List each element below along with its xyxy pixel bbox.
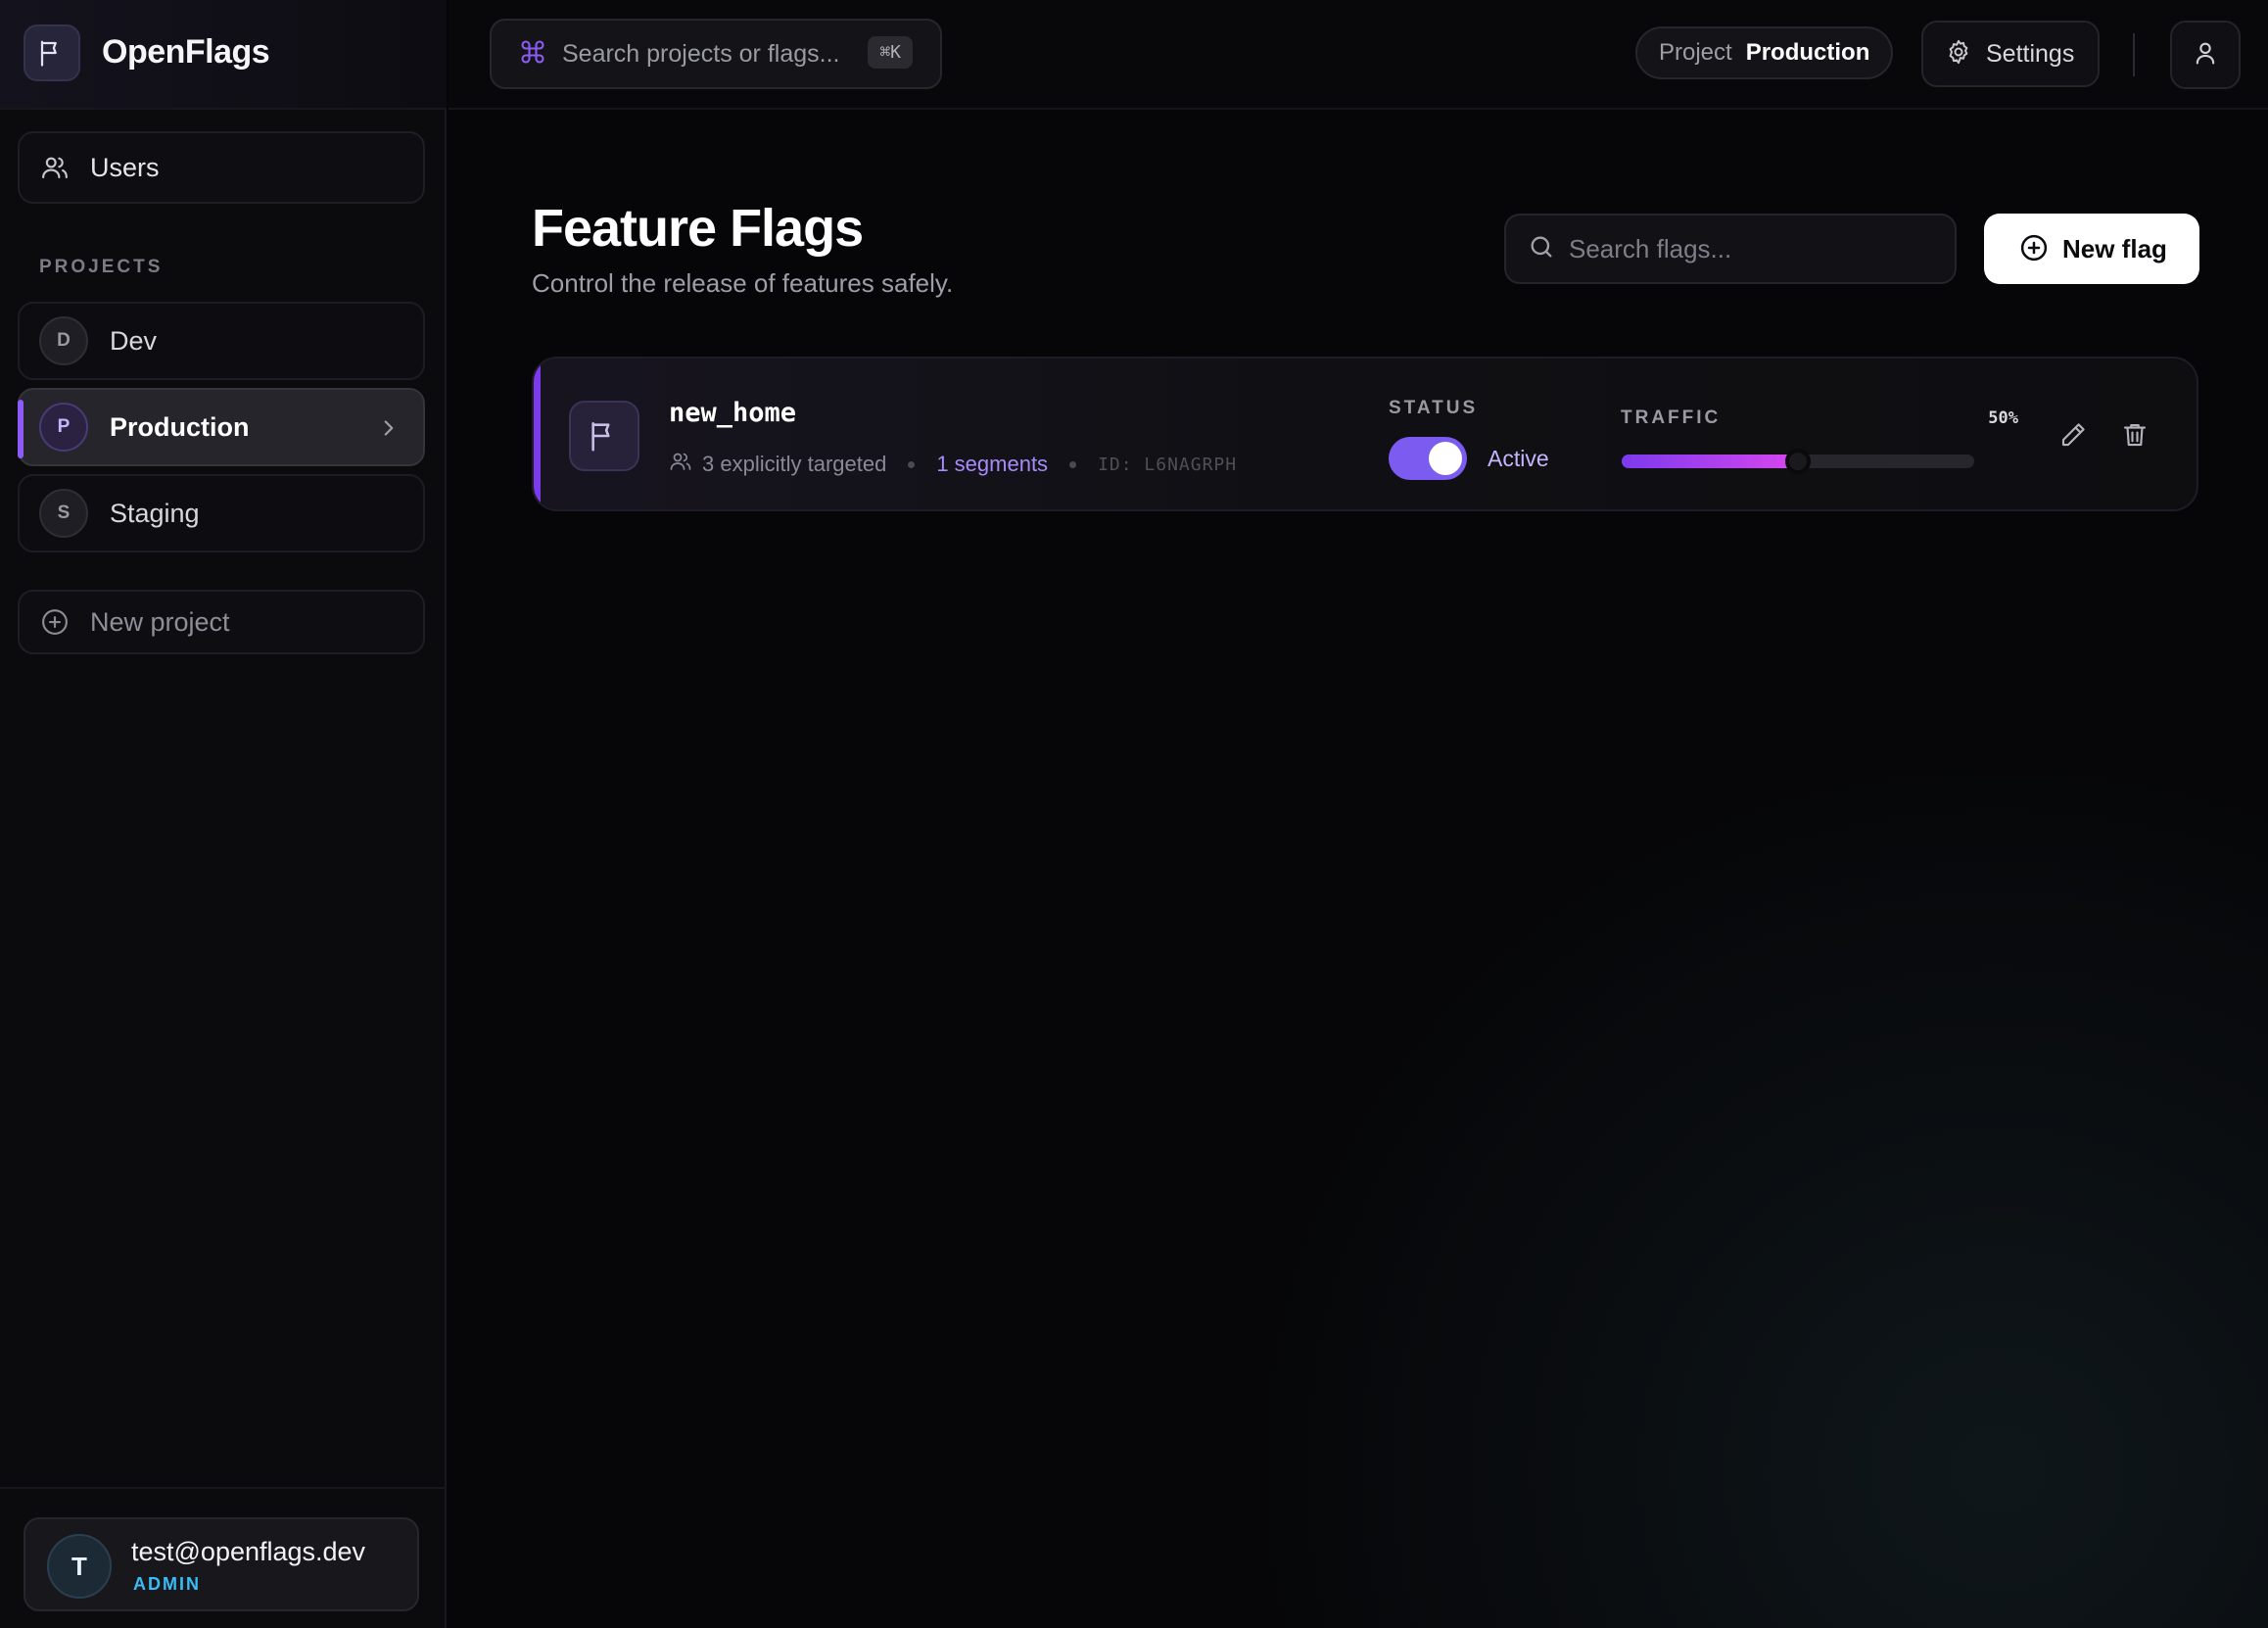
status-heading: STATUS bbox=[1389, 398, 1479, 418]
user-icon bbox=[2192, 39, 2219, 72]
project-item-dev[interactable]: D Dev bbox=[18, 302, 425, 380]
project-avatar: P bbox=[39, 403, 88, 452]
background-glow bbox=[1175, 686, 2268, 1628]
project-avatar: D bbox=[39, 316, 88, 365]
project-name: Staging bbox=[110, 498, 200, 528]
new-flag-label: New flag bbox=[2062, 233, 2167, 263]
gear-icon bbox=[1945, 38, 1972, 71]
users-icon bbox=[39, 152, 71, 183]
edit-button[interactable] bbox=[2054, 417, 2093, 456]
users-icon bbox=[669, 450, 692, 479]
project-pill-value: Production bbox=[1745, 39, 1870, 66]
page-title: Feature Flags bbox=[532, 199, 864, 258]
trash-icon bbox=[2120, 420, 2150, 455]
plus-circle-icon bbox=[2019, 233, 2049, 265]
topbar: Search projects or flags... ⌘K Project P… bbox=[449, 0, 2268, 110]
divider bbox=[0, 1487, 447, 1489]
project-name: Dev bbox=[110, 325, 158, 356]
traffic-fill bbox=[1622, 455, 1798, 468]
chevron-right-icon bbox=[376, 415, 402, 446]
sidebar: OpenFlags Users PROJECTS D Dev P Product… bbox=[0, 0, 447, 1628]
new-project-button[interactable]: New project bbox=[18, 590, 425, 654]
flag-search-box[interactable] bbox=[1504, 214, 1957, 284]
project-avatar: S bbox=[39, 489, 88, 538]
account-button[interactable] bbox=[2170, 21, 2241, 89]
user-card[interactable]: T test@openflags.dev ADMIN bbox=[24, 1517, 419, 1611]
plus-circle-icon bbox=[39, 606, 71, 638]
project-item-production[interactable]: P Production bbox=[18, 388, 425, 466]
app-name: OpenFlags bbox=[102, 33, 270, 71]
user-email: test@openflags.dev bbox=[131, 1537, 366, 1566]
flag-icon bbox=[569, 401, 639, 471]
command-search-placeholder: Search projects or flags... bbox=[562, 39, 840, 68]
separator-dot bbox=[1069, 460, 1077, 468]
sidebar-item-users[interactable]: Users bbox=[18, 131, 425, 204]
command-icon bbox=[519, 38, 546, 71]
project-item-staging[interactable]: S Staging bbox=[18, 474, 425, 552]
new-flag-button[interactable]: New flag bbox=[1984, 214, 2199, 284]
traffic-heading: TRAFFIC bbox=[1621, 407, 1722, 428]
pencil-icon bbox=[2058, 420, 2088, 455]
traffic-slider-handle[interactable] bbox=[1785, 449, 1811, 474]
current-project-pill[interactable]: Project Production bbox=[1635, 26, 1894, 79]
targeted-count: 3 explicitly targeted bbox=[702, 452, 887, 476]
sidebar-item-label: Users bbox=[90, 152, 160, 182]
shortcut-badge: ⌘K bbox=[868, 36, 913, 69]
toggle-knob bbox=[1429, 442, 1462, 475]
traffic-percent: 50% bbox=[1988, 408, 2018, 428]
search-icon bbox=[1528, 233, 1555, 265]
flag-card[interactable]: new_home 3 explicitly targeted 1 segment… bbox=[532, 357, 2198, 511]
flag-key[interactable]: new_home bbox=[669, 398, 796, 428]
brand-header: OpenFlags bbox=[0, 0, 447, 110]
new-project-label: New project bbox=[90, 606, 230, 637]
separator-dot bbox=[908, 460, 916, 468]
user-role: ADMIN bbox=[133, 1574, 201, 1594]
project-name: Production bbox=[110, 411, 250, 442]
projects-heading: PROJECTS bbox=[39, 257, 164, 277]
flag-card-accent bbox=[534, 359, 541, 509]
project-pill-key: Project bbox=[1659, 39, 1732, 66]
command-search[interactable]: Search projects or flags... ⌘K bbox=[490, 19, 942, 89]
segments-link[interactable]: 1 segments bbox=[936, 452, 1048, 477]
flag-icon[interactable] bbox=[24, 24, 80, 81]
settings-label: Settings bbox=[1986, 39, 2075, 68]
traffic-slider[interactable] bbox=[1622, 449, 1974, 474]
status-toggle[interactable] bbox=[1389, 437, 1467, 480]
settings-button[interactable]: Settings bbox=[1921, 21, 2100, 87]
page-subtitle: Control the release of features safely. bbox=[532, 268, 954, 298]
status-text: Active bbox=[1488, 446, 1549, 471]
flag-id: ID: L6NAGRPH bbox=[1098, 454, 1238, 475]
search-input[interactable] bbox=[1569, 233, 1941, 264]
divider bbox=[2133, 33, 2135, 76]
flag-meta: 3 explicitly targeted 1 segments ID: L6N… bbox=[669, 450, 1237, 479]
avatar: T bbox=[47, 1534, 112, 1599]
delete-button[interactable] bbox=[2115, 417, 2154, 456]
